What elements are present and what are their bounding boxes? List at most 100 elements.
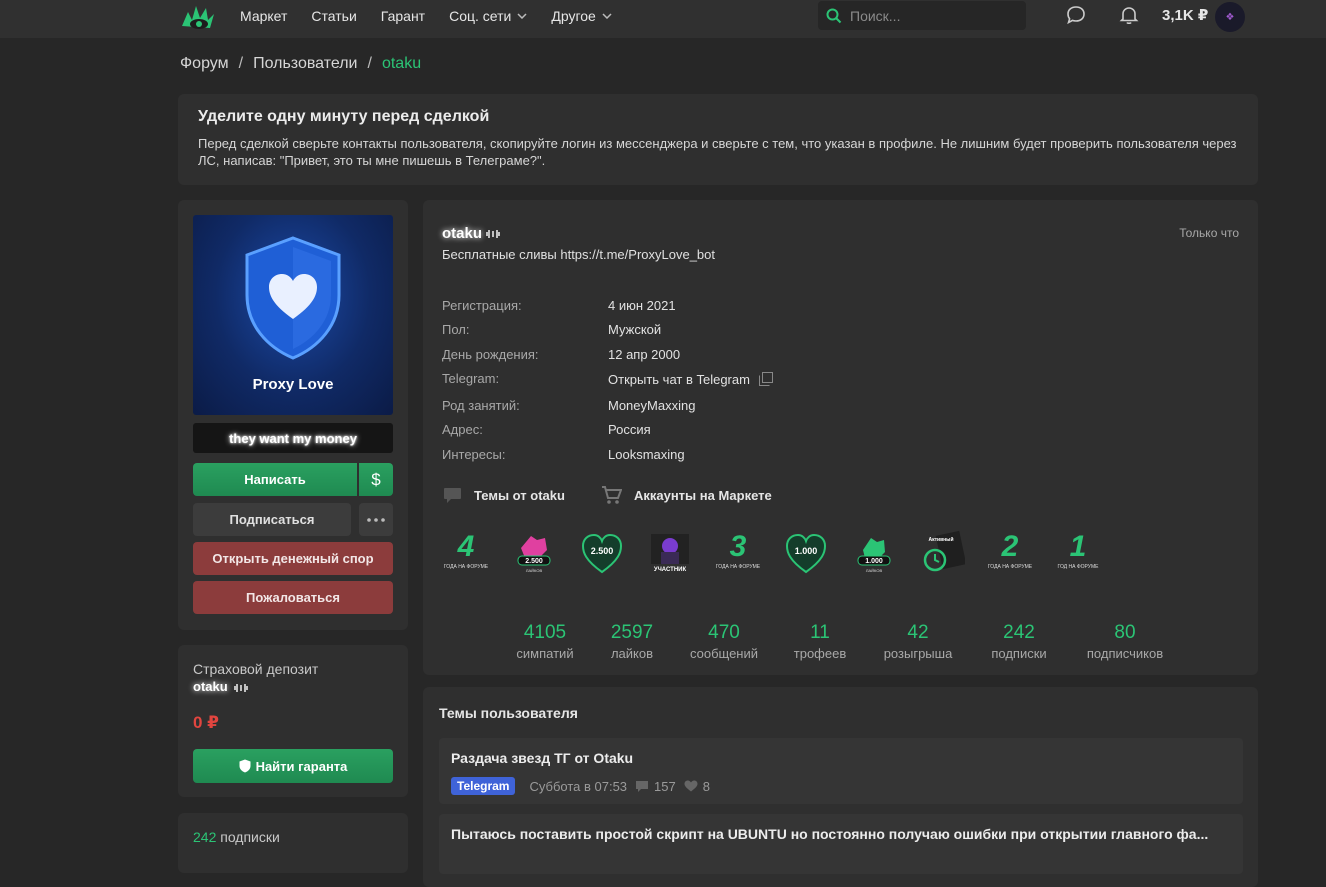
user-avatar[interactable]: ❖ — [1215, 2, 1245, 32]
breadcrumb: Форум / Пользователи / otaku — [180, 55, 421, 73]
breadcrumb-current[interactable]: otaku — [382, 55, 421, 73]
market-accounts-link[interactable]: Аккаунты на Маркете — [601, 486, 772, 505]
profile-avatar[interactable]: Proxy Love — [193, 215, 393, 415]
stat-number: 2597 — [610, 622, 654, 643]
nav-item-label: Статьи — [311, 8, 357, 24]
send-money-button[interactable]: $ — [359, 463, 393, 496]
search-icon — [826, 8, 842, 23]
stat-subscriptions[interactable]: 242 подписки — [991, 622, 1046, 661]
nav-item-articles[interactable]: Статьи — [311, 8, 356, 24]
cart-icon — [601, 486, 622, 504]
topic-title[interactable]: Раздача звезд ТГ от Otaku — [451, 750, 633, 766]
subscriptions-card[interactable]: 242 подписки — [178, 813, 408, 873]
info-key: Адрес: — [442, 422, 483, 437]
notice-text: Перед сделкой сверьте контакты пользоват… — [198, 136, 1237, 168]
years-1-trophy-icon[interactable]: 1ГОД НА ФОРУМЕ — [1055, 530, 1101, 578]
search-box[interactable] — [818, 1, 1026, 30]
stat-sympathies[interactable]: 4105 симпатий — [516, 622, 573, 661]
stat-number: 42 — [907, 622, 929, 643]
copy-icon[interactable] — [758, 371, 774, 387]
insurance-deposit-card: Страховой депозит otaku 0 ₽ Найти гарант… — [178, 645, 408, 797]
stat-number: 470 — [708, 622, 740, 643]
subscriptions-label: подписки — [220, 829, 280, 845]
stat-trophies[interactable]: 11 трофеев — [794, 622, 846, 661]
stat-likes[interactable]: 2597 лайков — [611, 622, 653, 661]
more-options-button[interactable] — [359, 503, 393, 536]
deposit-username-text: otaku — [193, 679, 228, 694]
profile-sidebar: Proxy Love they want my money Написать $… — [178, 200, 408, 630]
info-value: MoneyMaxxing — [608, 398, 696, 413]
profile-links: Темы от otaku Аккаунты на Маркете — [443, 486, 808, 505]
sparkle-icon — [234, 683, 248, 692]
find-guarantor-button[interactable]: Найти гаранта — [193, 749, 393, 783]
svg-text:4: 4 — [457, 530, 475, 563]
shield-icon — [239, 759, 251, 773]
report-button[interactable]: Пожаловаться — [193, 581, 393, 614]
open-dispute-button[interactable]: Открыть денежный спор — [193, 542, 393, 575]
years-4-trophy-icon[interactable]: 4ГОДА НА ФОРУМЕ — [443, 530, 489, 578]
sparkle-icon — [486, 229, 500, 238]
bell-icon[interactable] — [1119, 5, 1139, 25]
conversations-icon[interactable] — [1066, 5, 1086, 25]
breadcrumb-separator: / — [367, 55, 372, 72]
svg-text:ГОДА НА ФОРУМЕ: ГОДА НА ФОРУМЕ — [988, 564, 1033, 570]
subscriptions-summary: 242 подписки — [193, 829, 280, 845]
nav-item-other[interactable]: Другое — [551, 8, 612, 24]
subscribe-button[interactable]: Подписаться — [193, 503, 351, 536]
breadcrumb-forum[interactable]: Форум — [180, 55, 229, 73]
years-3-trophy-icon[interactable]: 3ГОДА НА ФОРУМЕ — [715, 530, 761, 578]
nav-item-market[interactable]: Маркет — [240, 8, 287, 24]
topic-item[interactable]: Раздача звезд ТГ от Otaku Telegram Суббо… — [439, 738, 1243, 804]
stat-number: 11 — [810, 622, 830, 643]
balance[interactable]: 3,1K ₽ — [1162, 6, 1208, 24]
shield-heart-icon — [245, 236, 341, 360]
top-navigation-bar: Маркет Статьи Гарант Соц. сети Другое 3,… — [0, 0, 1326, 38]
stat-label: подписки — [991, 646, 1047, 661]
profile-username[interactable]: otaku — [442, 225, 500, 242]
profile-username-text: otaku — [442, 225, 483, 242]
svg-text:2: 2 — [1001, 530, 1019, 563]
svg-text:1: 1 — [1070, 530, 1087, 563]
chevron-down-icon — [602, 13, 612, 19]
active-trophy-icon[interactable]: Активный — [919, 530, 965, 578]
breadcrumb-separator: / — [238, 55, 244, 72]
topic-title[interactable]: Пытаюсь поставить простой скрипт на UBUN… — [451, 826, 1208, 842]
info-key: День рождения: — [442, 347, 539, 362]
topic-tag[interactable]: Telegram — [451, 777, 516, 795]
svg-text:ЛАЙКОВ: ЛАЙКОВ — [866, 568, 883, 573]
nav-item-social[interactable]: Соц. сети — [449, 8, 527, 24]
sympathies-2500-trophy-icon[interactable]: 2.500 — [579, 530, 625, 578]
site-logo-icon[interactable] — [180, 2, 216, 32]
info-value: Россия — [608, 422, 651, 437]
write-message-button[interactable]: Написать — [193, 463, 357, 496]
breadcrumb-users[interactable]: Пользователи — [253, 55, 357, 73]
more-dots-icon — [367, 517, 385, 522]
user-topics-card: Темы пользователя Раздача звезд ТГ от Ot… — [423, 687, 1258, 887]
stat-number: 242 — [1003, 622, 1035, 643]
main-nav: Маркет Статьи Гарант Соц. сети Другое — [240, 0, 636, 32]
svg-text:УЧАСТНИК: УЧАСТНИК — [654, 567, 687, 573]
nav-item-guarantor[interactable]: Гарант — [381, 8, 425, 24]
stat-number: 4105 — [523, 622, 567, 643]
search-input[interactable] — [850, 7, 1010, 24]
likes-1000-trophy-icon[interactable]: 1.000 ЛАЙКОВ — [851, 530, 897, 578]
stat-subscribers[interactable]: 80 подписчиков — [1087, 622, 1163, 661]
info-key: Пол: — [442, 322, 470, 337]
user-threads-link[interactable]: Темы от otaku — [443, 487, 565, 504]
svg-text:2.500: 2.500 — [525, 558, 543, 565]
stat-messages[interactable]: 470 сообщений — [690, 622, 758, 661]
svg-text:ГОД НА ФОРУМЕ: ГОД НА ФОРУМЕ — [1058, 564, 1100, 570]
nav-item-label: Маркет — [240, 8, 288, 24]
stat-giveaways[interactable]: 42 розыгрыша — [884, 622, 953, 661]
telegram-link[interactable]: Открыть чат в Telegram — [608, 371, 774, 387]
topic-item[interactable]: Пытаюсь поставить простой скрипт на UBUN… — [439, 814, 1243, 874]
info-key: Регистрация: — [442, 298, 522, 313]
stat-number: 80 — [1114, 622, 1136, 643]
sympathies-1000-trophy-icon[interactable]: 1.000 — [783, 530, 829, 578]
years-2-trophy-icon[interactable]: 2ГОДА НА ФОРУМЕ — [987, 530, 1033, 578]
participant-trophy-icon[interactable]: УЧАСТНИК — [647, 530, 693, 578]
chevron-down-icon — [517, 13, 527, 19]
user-threads-label: Темы от otaku — [474, 488, 565, 503]
avatar-caption: Proxy Love — [252, 376, 334, 393]
likes-2500-trophy-icon[interactable]: 2.500 ЛАЙКОВ — [511, 530, 557, 578]
